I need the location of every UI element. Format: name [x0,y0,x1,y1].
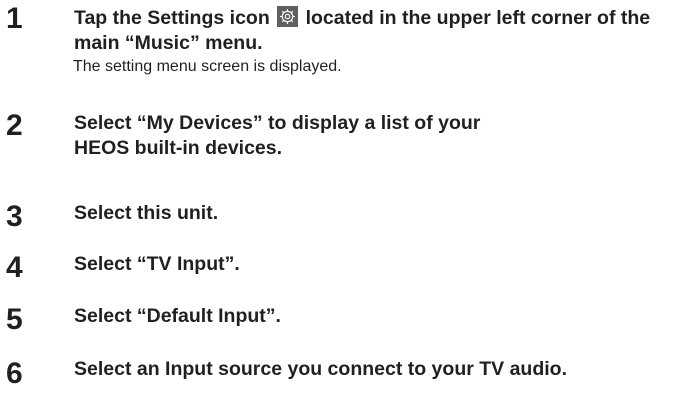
step-instruction: Select this unit. [74,202,219,224]
step-number: 4 [6,251,23,284]
step-instruction: Select “Default Input”. [74,305,281,327]
step-instruction: Select an Input source you connect to yo… [74,358,567,380]
step-number: 6 [6,357,23,390]
step-instruction: Select “TV Input”. [74,253,240,275]
settings-gear-icon [277,6,299,27]
step-result-note: The setting menu screen is displayed. [73,58,342,75]
step-number: 3 [6,200,23,233]
step-number: 5 [6,303,23,336]
step-number: 1 [6,2,23,35]
step-instruction: Select “My Devices” to display a list of… [74,112,481,159]
step-instruction-part: Tap the Settings icon [74,7,276,29]
step-instruction: Tap the Settings icon located in the upp… [74,6,674,56]
step-number: 2 [6,109,23,142]
